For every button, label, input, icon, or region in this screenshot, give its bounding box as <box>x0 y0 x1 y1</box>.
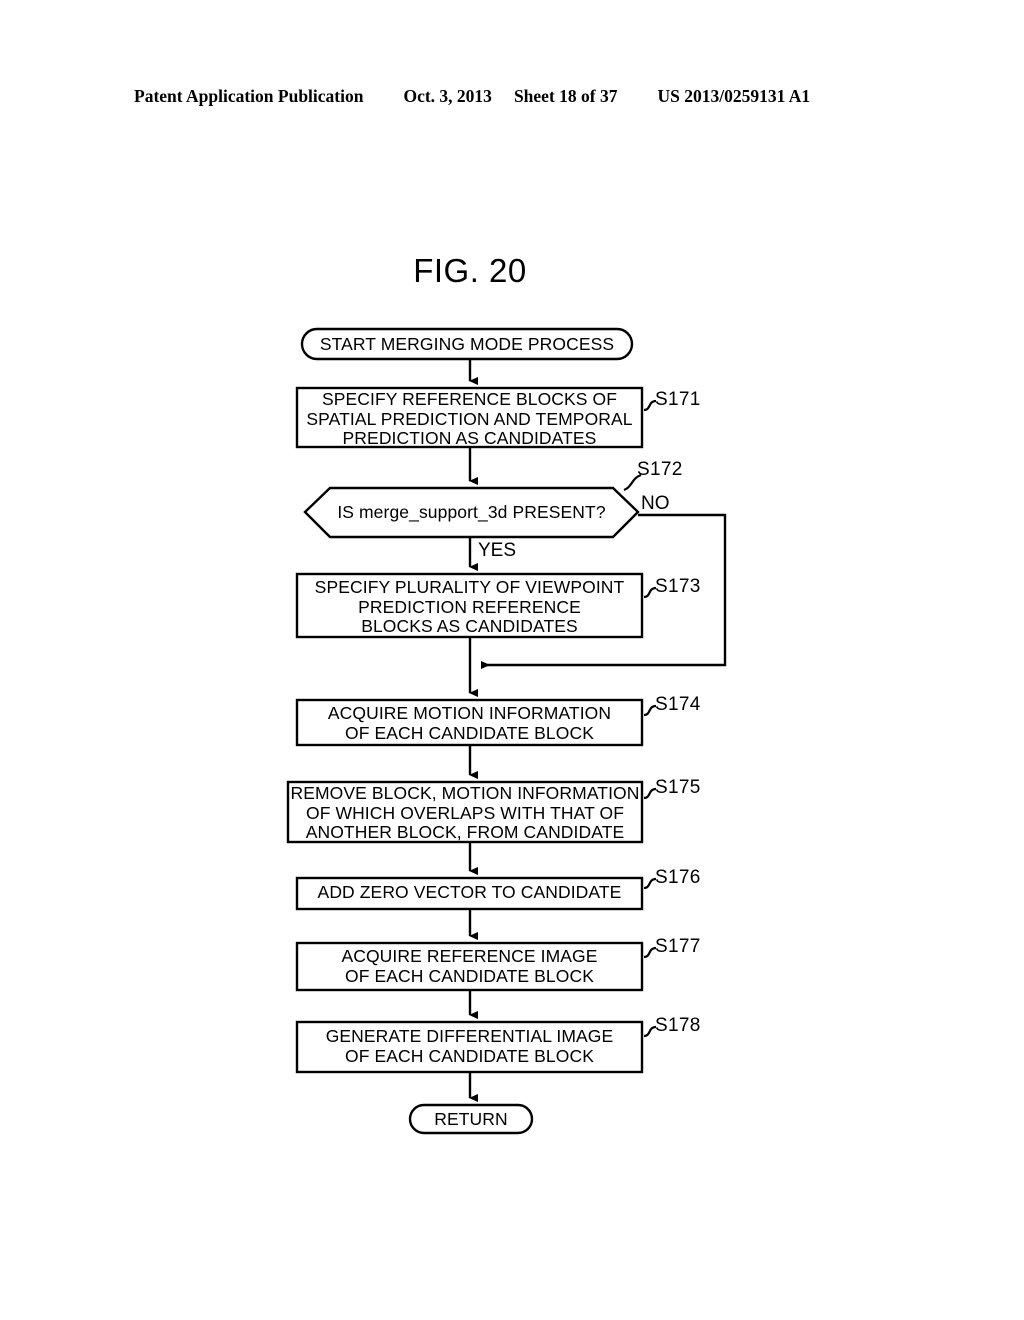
step-id-s171: S171 <box>655 389 701 410</box>
step-id-s172: S172 <box>637 459 683 480</box>
step-label-text-s174: ACQUIRE MOTION INFORMATION OF EACH CANDI… <box>327 703 612 743</box>
step-id-s174: S174 <box>655 694 701 715</box>
step-label-text-s175: REMOVE BLOCK, MOTION INFORMATION OF WHIC… <box>290 783 640 842</box>
step-label-text-s176: ADD ZERO VECTOR TO CANDIDATE <box>317 882 622 902</box>
step-label-text-s177: ACQUIRE REFERENCE IMAGE OF EACH CANDIDAT… <box>341 946 598 986</box>
return-terminal-label: RETURN <box>434 1109 508 1129</box>
step-id-s178: S178 <box>655 1015 701 1036</box>
branch-label-yes: YES <box>478 540 517 561</box>
step-id-s175: S175 <box>655 777 701 798</box>
step-id-s173: S173 <box>655 576 701 597</box>
step-label-text-s171: SPECIFY REFERENCE BLOCKS OF SPATIAL PRED… <box>306 389 633 448</box>
step-id-s176: S176 <box>655 867 701 888</box>
step-label-text-s173: SPECIFY PLURALITY OF VIEWPOINT PREDICTIO… <box>314 577 625 636</box>
branch-label-no: NO <box>641 493 670 514</box>
step-label-text-s172: IS merge_support_3d PRESENT? <box>337 502 606 522</box>
start-terminal-label: START MERGING MODE PROCESS <box>319 334 615 354</box>
step-id-s177: S177 <box>655 936 701 957</box>
step-label-text-s178: GENERATE DIFFERENTIAL IMAGE OF EACH CAND… <box>325 1026 614 1066</box>
